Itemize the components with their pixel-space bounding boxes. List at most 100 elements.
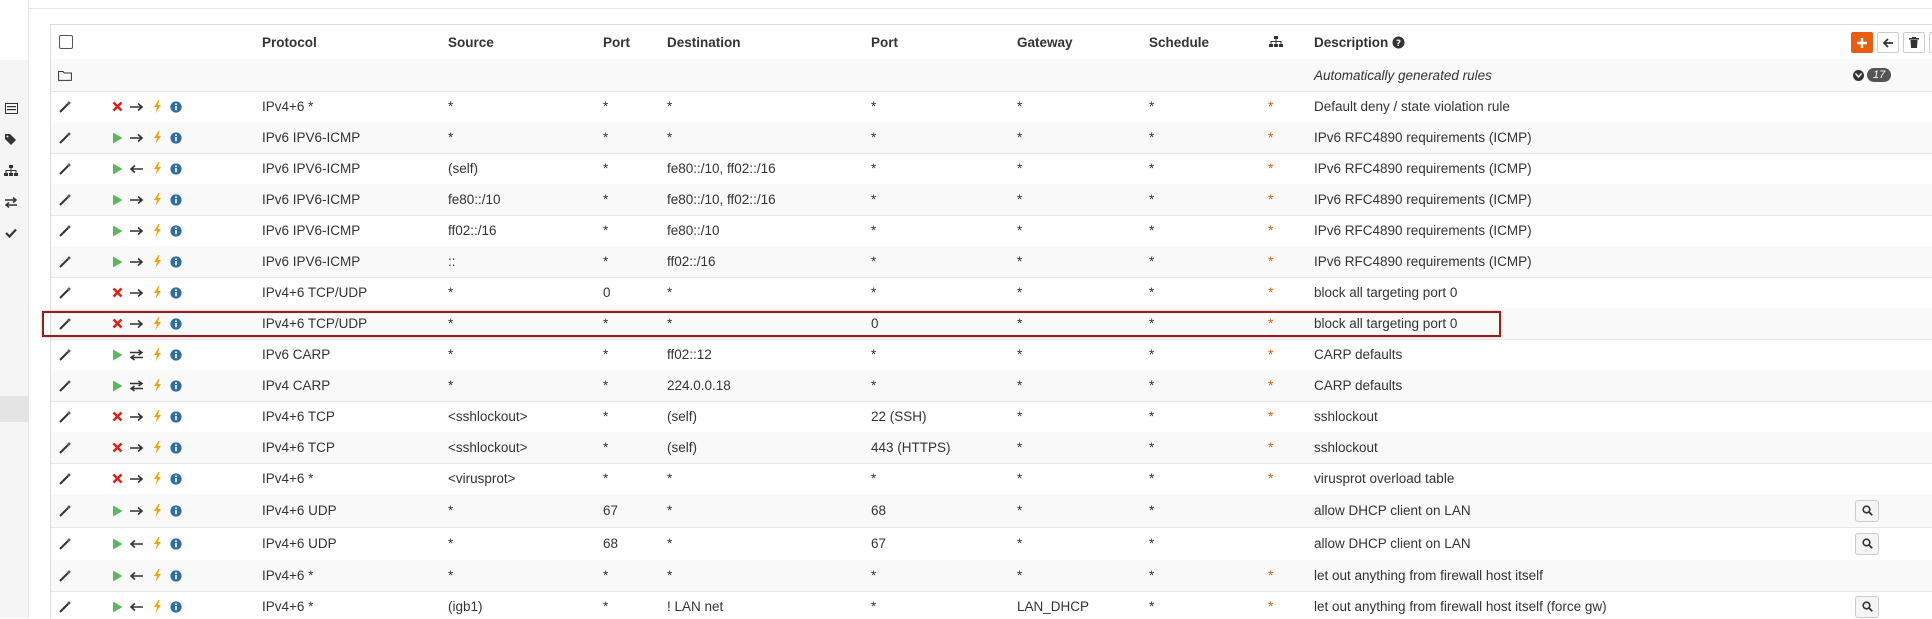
rule-destination-port: * (871, 471, 877, 486)
header-gateway[interactable]: Gateway (1017, 25, 1073, 59)
magic-wand-icon[interactable] (57, 339, 73, 370)
info-icon[interactable] (168, 432, 184, 463)
block-icon (109, 277, 125, 308)
magic-wand-icon[interactable] (57, 463, 73, 494)
rule-destination-port: * (871, 378, 877, 393)
table-row[interactable]: IPv6 IPV6-ICMP (self) * fe80::/10, ff02::/1… (51, 153, 1932, 185)
table-row[interactable]: IPv4+6 UDP * 67 * 68 * * allow DHCP client on L… (51, 494, 1932, 528)
list-icon[interactable] (3, 100, 19, 116)
delete-button[interactable] (1903, 32, 1925, 53)
header-description[interactable]: Description ? (1314, 25, 1405, 59)
table-row[interactable]: IPv6 IPV6-ICMP:: * ff02::/16 * * * * IPv6 RFC48… (51, 246, 1932, 278)
rule-destination-port: 0 (871, 316, 879, 331)
rule-source-port: * (603, 316, 609, 331)
magic-wand-icon[interactable] (57, 591, 73, 619)
table-row[interactable]: IPv6 IPV6-ICMP ff02::/16 * fe80::/10 * * * * IPv… (51, 215, 1932, 247)
magic-wand-icon[interactable] (57, 91, 73, 122)
rule-schedule: * (1149, 223, 1155, 238)
info-icon[interactable] (168, 560, 184, 591)
info-icon[interactable] (168, 370, 184, 401)
auto-rules-group-row[interactable]: Automatically generated rules 17 (51, 59, 1932, 92)
info-icon[interactable] (168, 153, 184, 184)
table-row[interactable]: IPv4+6 * * * * * * * * let out anything from fir… (51, 560, 1932, 592)
magic-wand-icon[interactable] (57, 370, 73, 401)
info-icon[interactable] (168, 215, 184, 246)
table-row[interactable]: IPv4+6 * (igb1) * ! LAN net * LAN_DHCP * * let o… (51, 591, 1932, 619)
header-source[interactable]: Source (448, 25, 494, 59)
table-row[interactable]: IPv4+6 TCP/UDP * 0 * * * * * block all targeting… (51, 277, 1932, 309)
rule-destination: ff02::/16 (667, 254, 716, 269)
info-icon[interactable] (168, 527, 184, 560)
help-icon[interactable]: ? (1392, 36, 1405, 49)
info-icon[interactable] (168, 184, 184, 215)
magic-wand-icon[interactable] (57, 122, 73, 153)
magic-wand-icon[interactable] (57, 401, 73, 432)
magic-wand-icon[interactable] (57, 308, 73, 339)
tags-icon[interactable] (3, 131, 19, 147)
rule-schedule: * (1149, 347, 1155, 362)
info-icon[interactable] (168, 308, 184, 339)
header-destination-port[interactable]: Port (871, 25, 898, 59)
check-icon[interactable] (3, 225, 19, 241)
lightning-icon (149, 91, 165, 122)
arrow-right-icon (128, 463, 144, 494)
rule-lookup-button[interactable] (1855, 527, 1879, 560)
magic-wand-icon[interactable] (57, 527, 73, 560)
table-row[interactable]: IPv4+6 TCP/UDP * * * 0 * * * block all targeting… (51, 308, 1932, 340)
info-icon[interactable] (168, 401, 184, 432)
table-row[interactable]: IPv4 CARP * * 224.0.0.18 * * * * CARP defaults (51, 370, 1932, 402)
pass-icon (109, 122, 125, 153)
magic-wand-icon[interactable] (57, 432, 73, 463)
magic-wand-icon[interactable] (57, 277, 73, 308)
rule-destination: * (667, 316, 673, 331)
table-row[interactable]: IPv6 IPV6-ICMP * * * * * * * IPv6 RFC4890 requir… (51, 122, 1932, 154)
info-icon[interactable] (168, 91, 184, 122)
exchange-icon[interactable] (3, 194, 19, 210)
rule-lookup-button[interactable] (1855, 494, 1879, 527)
magic-wand-icon[interactable] (57, 153, 73, 184)
header-source-port[interactable]: Port (603, 25, 630, 59)
rule-source: :: (448, 254, 456, 269)
info-icon[interactable] (168, 591, 184, 619)
table-row[interactable]: IPv6 CARP * * ff02::12 * * * * CARP defaults (51, 339, 1932, 371)
rule-destination: * (667, 99, 673, 114)
arrow-right-icon (128, 122, 144, 153)
rule-lookup-button[interactable] (1855, 591, 1879, 619)
rule-source: <sshlockout> (448, 440, 528, 455)
table-row[interactable]: IPv4+6 UDP * 68 * 67 * * allow DHCP client on L… (51, 527, 1932, 561)
table-row[interactable]: IPv4+6 TCP <sshlockout> * (self) 443 (HTTPS)… (51, 432, 1932, 464)
add-rule-button[interactable] (1851, 32, 1873, 53)
rule-gateway: * (1017, 568, 1023, 583)
info-icon[interactable] (168, 494, 184, 527)
info-icon[interactable] (168, 339, 184, 370)
table-row[interactable]: IPv4+6 * * * * * * * * Default deny / state viol… (51, 91, 1932, 123)
back-arrow-button[interactable] (1877, 32, 1899, 53)
pass-icon (109, 184, 125, 215)
left-sidebar (0, 0, 29, 618)
magic-wand-icon[interactable] (57, 246, 73, 277)
header-protocol[interactable]: Protocol (262, 25, 317, 59)
auto-rules-toggle[interactable]: 17 (1853, 59, 1892, 91)
rule-destination-port: * (871, 161, 877, 176)
rule-description: let out anything from firewall host itse… (1314, 599, 1607, 614)
magic-wand-icon[interactable] (57, 184, 73, 215)
table-row[interactable]: IPv4+6 TCP <sshlockout> * (self) 22 (SSH) * * *… (51, 401, 1932, 433)
table-row[interactable]: IPv4+6 * <virusprot> * * * * * * virusprot overl… (51, 463, 1932, 495)
rule-description: CARP defaults (1314, 378, 1403, 393)
select-all-checkbox[interactable] (59, 25, 73, 59)
magic-wand-icon[interactable] (57, 215, 73, 246)
rule-source: (self) (448, 161, 478, 176)
chevron-down-icon (1853, 69, 1864, 81)
rule-category-marker: * (1268, 223, 1274, 238)
info-icon[interactable] (168, 246, 184, 277)
sitemap-icon[interactable] (3, 163, 19, 179)
info-icon[interactable] (168, 122, 184, 153)
magic-wand-icon[interactable] (57, 494, 73, 527)
block-icon (109, 308, 125, 339)
info-icon[interactable] (168, 463, 184, 494)
header-destination[interactable]: Destination (667, 25, 741, 59)
info-icon[interactable] (168, 277, 184, 308)
header-schedule[interactable]: Schedule (1149, 25, 1209, 59)
table-row[interactable]: IPv6 IPV6-ICMP fe80::/10 * fe80::/10, ff02:… (51, 184, 1932, 216)
magic-wand-icon[interactable] (57, 560, 73, 591)
